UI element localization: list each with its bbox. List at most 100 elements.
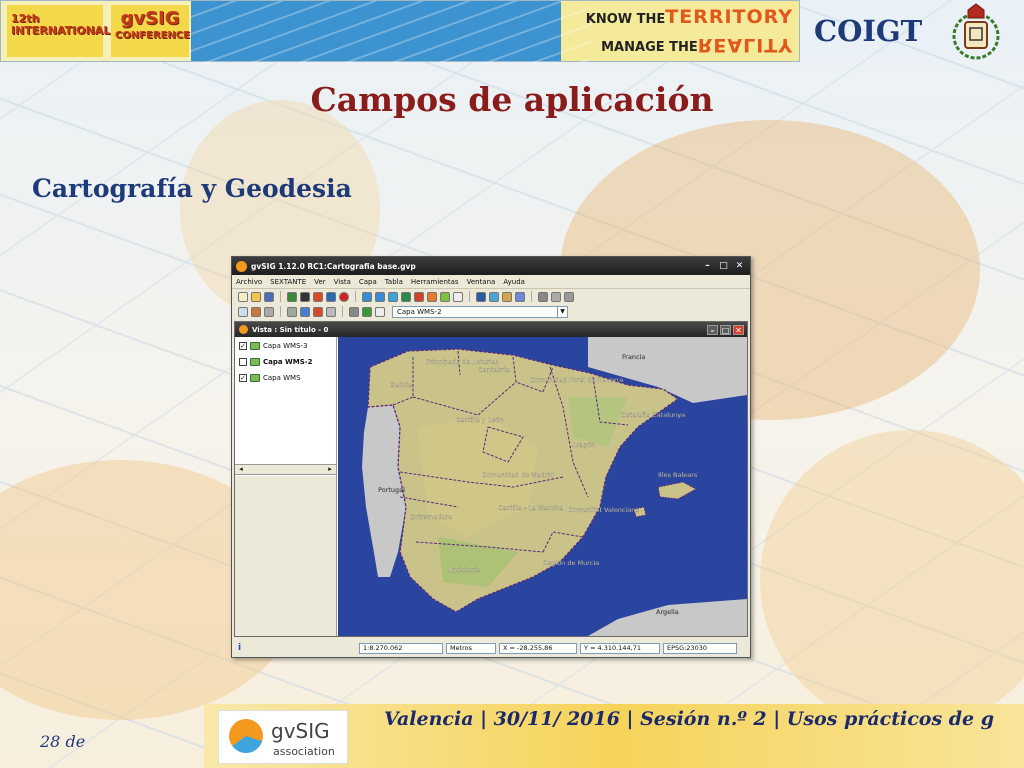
zoom-in-icon[interactable] [362,291,372,302]
gvsig-association-logo: gvSIG association [218,710,348,764]
zoom-select-icon[interactable] [414,291,424,302]
gvsig-logo-icon [239,325,248,334]
pan-hand-icon[interactable] [453,291,463,302]
toc-layer-wms-3[interactable]: ✓ Capa WMS-3 [239,342,308,350]
slide-title: Campos de aplicación [310,80,714,119]
conference-badge: 12th INTERNATIONAL [7,5,111,57]
x-coordinate: X = -28.255,86 [499,642,577,654]
menu-ver[interactable]: Ver [314,278,325,286]
label-extremadura: Extremadura [410,513,452,521]
active-layer-value: Capa WMS-2 [397,307,442,316]
zoom-previous-icon[interactable] [427,291,437,302]
zoom-out-icon[interactable] [375,291,385,302]
gvsig-badge-title: gvSIG [120,8,180,29]
logo-subtext: association [273,745,335,758]
scale-field[interactable]: 1:8.270.062 [359,642,443,654]
new-file-icon[interactable] [238,291,248,302]
edit-icon[interactable] [251,306,261,317]
logo-text: gvSIG [271,719,330,743]
wms-layer-icon [250,374,260,382]
add-layer-icon[interactable] [287,291,297,302]
layer-checkbox[interactable]: ✓ [239,342,247,350]
window-titlebar: gvSIG 1.12.0 RC1:Cartografia base.gvp – … [232,257,750,275]
scroll-right-icon[interactable]: ▸ [325,465,335,473]
measure-distance-icon[interactable] [489,291,499,302]
gvsig-window: gvSIG 1.12.0 RC1:Cartografia base.gvp – … [231,256,751,658]
measure-area-icon[interactable] [502,291,512,302]
layer-checkbox[interactable]: ✓ [239,374,247,382]
layer-table-icon[interactable] [300,291,310,302]
menu-capa[interactable]: Capa [359,278,377,286]
refresh-icon[interactable] [440,291,450,302]
open-folder-icon[interactable] [251,291,261,302]
active-layer-select[interactable]: Capa WMS-2 ▼ [392,305,568,318]
close-button[interactable]: ✕ [733,260,746,272]
menu-sextante[interactable]: SEXTANTE [270,278,306,286]
label-asturias: Principado de Asturias [426,358,499,366]
info-icon[interactable] [476,291,486,302]
toc-layer-wms[interactable]: ✓ Capa WMS [239,374,301,382]
menu-ayuda[interactable]: Ayuda [503,278,525,286]
menu-vista[interactable]: Vista [334,278,351,286]
select-icon[interactable] [238,306,248,317]
label-aragon: Aragón [572,441,595,449]
slide-subtitle: Cartografía y Geodesia [32,174,352,203]
select-by-point-icon[interactable] [515,291,525,302]
toc-horizontal-scrollbar[interactable]: ◂ ▸ [235,464,336,475]
menu-bar: Archivo SEXTANTE Ver Vista Capa Tabla He… [232,275,750,289]
view-window: Vista : Sin título - 0 – □ ✕ ✓ Capa WMS-… [234,321,748,637]
view-maximize-button[interactable]: □ [720,324,731,335]
graphics-icon[interactable] [551,291,561,302]
print-icon[interactable] [564,291,574,302]
label-valenciana: Comunitat Valenciana [568,506,639,514]
raster-icon[interactable] [349,306,359,317]
conference-international: INTERNATIONAL [11,24,111,37]
locator-panel [235,476,336,636]
label-andalucia: Andalucía [448,566,480,574]
label-cataluna: Cataluña Catalunya [621,411,685,419]
label-madrid: Comunidad de Madrid [482,471,554,479]
layer-properties-icon[interactable] [313,291,323,302]
units-field[interactable]: Metros [446,642,496,654]
banner-slogan-2: MANAGE THEREALITY [601,34,793,56]
banner-slogan-1: KNOW THETERRITORY [585,6,793,28]
layout-icon[interactable] [313,306,323,317]
stop-icon[interactable] [339,291,349,302]
layer-name: Capa WMS-3 [263,342,308,350]
layer-list-icon[interactable] [362,306,372,317]
view-titlebar: Vista : Sin título - 0 – □ ✕ [235,322,747,337]
snapping-icon[interactable] [287,306,297,317]
gvsig-conference-badge: gvSIG CONFERENCE [111,5,190,57]
map-info-icon[interactable] [326,291,336,302]
view-close-button[interactable]: ✕ [733,324,744,335]
gvsig-logo-icon [229,719,263,753]
toc-layer-wms-2[interactable]: Capa WMS-2 [239,358,313,366]
layer-checkbox[interactable] [239,358,247,366]
maximize-button[interactable]: □ [717,260,730,272]
map-canvas[interactable]: Francia Portugal Argelia Galicia Princip… [338,337,747,636]
label-murcia: Región de Murcia [543,559,599,567]
zoom-layer-icon[interactable] [401,291,411,302]
layer-name: Capa WMS-2 [263,358,313,366]
label-portugal: Portugal [378,486,405,494]
menu-archivo[interactable]: Archivo [236,278,262,286]
save-icon[interactable] [264,291,274,302]
label-francia: Francia [622,353,645,361]
zoom-extent-icon[interactable] [388,291,398,302]
layer-selector-icon [375,306,385,317]
menu-tabla[interactable]: Tabla [385,278,403,286]
menu-herramientas[interactable]: Herramientas [411,278,459,286]
chevron-down-icon[interactable]: ▼ [557,306,567,317]
view-title: Vista : Sin título - 0 [252,325,329,334]
minimize-button[interactable]: – [701,260,714,272]
conference-banner: 12th INTERNATIONAL gvSIG CONFERENCE KNOW… [0,0,800,63]
query-icon[interactable] [326,306,336,317]
scroll-left-icon[interactable]: ◂ [236,465,246,473]
menu-ventana[interactable]: Ventana [467,278,496,286]
search-icon[interactable] [300,306,310,317]
locator-icon[interactable] [538,291,548,302]
geoprocess-icon[interactable] [264,306,274,317]
view-minimize-button[interactable]: – [707,324,718,335]
label-navarra: Comunidad Foral de Navarra [530,376,623,384]
crest-icon [948,2,1004,62]
